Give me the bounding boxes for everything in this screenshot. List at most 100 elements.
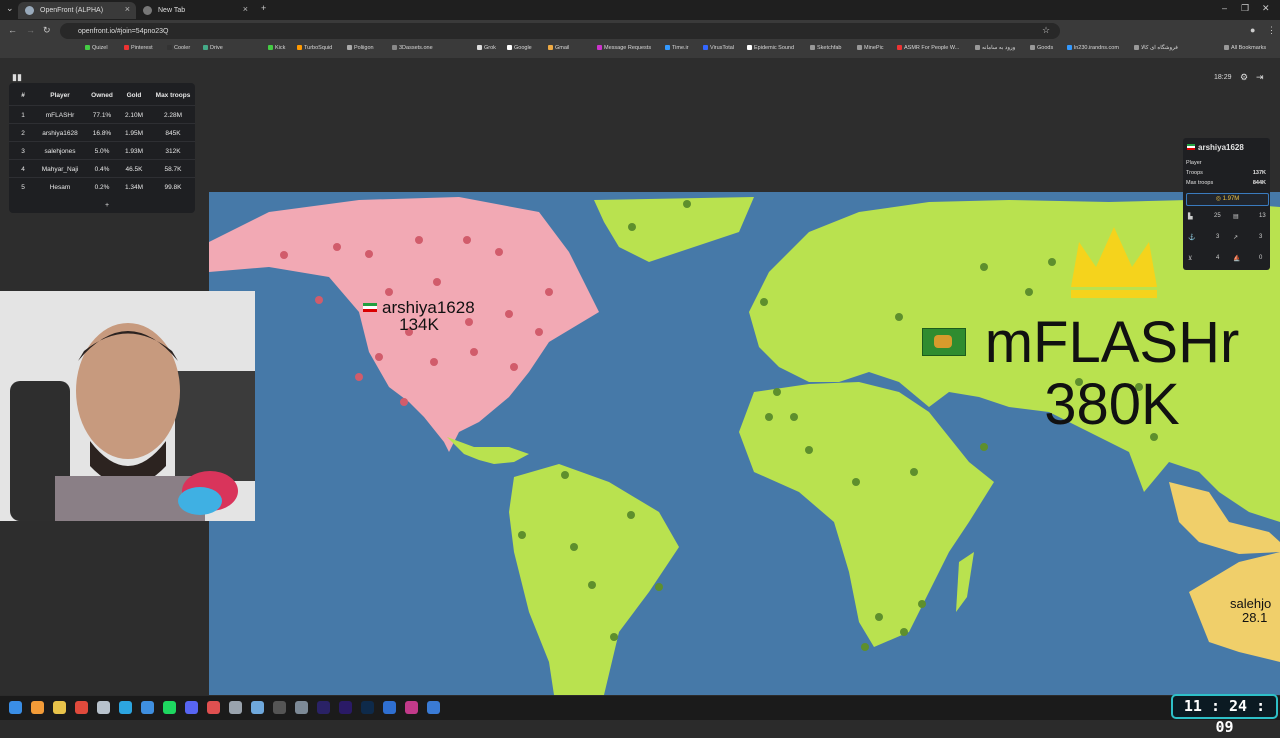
back-icon[interactable]: ← — [8, 25, 17, 35]
app-icon[interactable] — [251, 701, 264, 714]
reload-icon[interactable]: ↻ — [43, 25, 51, 36]
bookmark-item[interactable]: Sketchfab — [810, 45, 841, 51]
settings-gear-icon[interactable]: ⚙ — [1240, 72, 1248, 83]
bookmark-item[interactable]: Google — [507, 45, 532, 51]
start-icon[interactable] — [9, 701, 22, 714]
telegram-icon[interactable] — [119, 701, 132, 714]
leaderboard-header: # Player Owned Gold Max troops — [9, 86, 195, 104]
premiere-icon[interactable] — [339, 701, 352, 714]
table-row[interactable]: 4 Mahyar_Naji 0.4% 46.5K 58.7K — [9, 159, 195, 178]
profile-icon[interactable]: ● — [1250, 25, 1255, 35]
webcam-image — [0, 291, 255, 521]
bookmark-item[interactable]: 3Dassets.one — [392, 45, 433, 51]
bookmark-item[interactable]: Goods — [1030, 45, 1053, 51]
table-row[interactable]: 1 mFLASHr 77.1% 2.10M 2.28M — [9, 105, 195, 124]
table-row[interactable]: 2 arshiya1628 16.8% 1.95M 845K — [9, 123, 195, 142]
forward-icon[interactable]: → — [26, 25, 35, 35]
world-map[interactable]: arshiya1628 134K mFLASHr 380K salehjo 28… — [209, 192, 1280, 695]
app-icon[interactable] — [405, 701, 418, 714]
factory-icon: ▤ — [1233, 214, 1239, 220]
minimize-icon[interactable]: – — [1222, 3, 1227, 13]
tab-search-icon[interactable]: ⌄ — [6, 3, 14, 14]
openfront-favicon-icon — [25, 6, 34, 15]
bookmark-item[interactable]: Quizel — [85, 45, 108, 51]
port-count: 3 — [1216, 234, 1220, 240]
new-tab-favicon-icon — [143, 6, 152, 15]
photoshop-icon[interactable] — [361, 701, 374, 714]
player-type: Player — [1186, 160, 1202, 166]
maximize-icon[interactable]: ❐ — [1241, 3, 1249, 14]
warship-icon: ⛵ — [1233, 256, 1241, 262]
coin-icon: ◎ — [1215, 196, 1223, 202]
new-tab-icon[interactable]: + — [261, 3, 266, 13]
file-explorer-icon[interactable] — [53, 701, 66, 714]
tab-label: New Tab — [158, 7, 186, 14]
table-row[interactable]: 5 Hesam 0.2% 1.34M 99.8K — [9, 177, 195, 196]
madagascar-territory — [956, 552, 974, 612]
bookmark-item[interactable]: ln230.irandns.com — [1067, 45, 1119, 51]
app-icon[interactable] — [207, 701, 220, 714]
app-icon[interactable] — [427, 701, 440, 714]
address-bar-row: ← → ↻ openfront.io/#join=54pno23Q ☆ ● ⋮ — [0, 20, 1280, 42]
bookmark-item[interactable]: Cooler — [167, 45, 190, 51]
bookmark-item[interactable]: Kick — [268, 45, 285, 51]
map-label-troops: 28.1 — [1242, 610, 1268, 625]
bookmark-item[interactable]: Epidemic Sound — [747, 45, 794, 51]
map-label-troops: 380K — [1044, 372, 1180, 437]
bookmark-item[interactable]: MinePic — [857, 45, 884, 51]
menu-icon[interactable]: ⋮ — [1267, 25, 1276, 36]
url-input[interactable]: openfront.io/#join=54pno23Q — [60, 23, 1060, 39]
close-tab-icon[interactable]: × — [125, 4, 130, 14]
bookmark-item[interactable]: Message Requests — [597, 45, 651, 51]
app-icon[interactable] — [295, 701, 308, 714]
app-icon[interactable] — [141, 701, 154, 714]
bookmark-item[interactable]: Pinterest — [124, 45, 153, 51]
tab-new-tab[interactable]: New Tab × — [136, 2, 254, 19]
bookmark-item[interactable]: ورود به سامانه — [975, 45, 1015, 51]
central-america-territory — [447, 437, 529, 464]
exit-icon[interactable]: ⇥ — [1256, 72, 1264, 83]
expand-leaderboard-button[interactable]: + — [105, 202, 109, 209]
chrome-icon[interactable] — [75, 701, 88, 714]
close-window-icon[interactable]: ✕ — [1262, 3, 1270, 14]
after-effects-icon[interactable] — [317, 701, 330, 714]
city-count: 25 — [1214, 213, 1221, 219]
tab-label: OpenFront (ALPHA) — [40, 7, 104, 14]
warship-count: 0 — [1259, 255, 1263, 261]
gold-value: ◎ 1.97M — [1186, 193, 1269, 206]
app-icon[interactable] — [383, 701, 396, 714]
bookmark-star-icon[interactable]: ☆ — [1042, 25, 1050, 36]
max-troops-label: Max troops — [1186, 180, 1214, 186]
bookmark-item[interactable]: Grok — [477, 45, 496, 51]
app-icon[interactable] — [229, 701, 242, 714]
tab-openfront[interactable]: OpenFront (ALPHA) × — [18, 2, 136, 19]
bookmark-item[interactable]: ASMR For People W... — [897, 45, 959, 51]
discord-icon[interactable] — [185, 701, 198, 714]
table-row[interactable]: 3 salehjones 5.0% 1.93M 312K — [9, 141, 195, 160]
troops-value: 137K — [1252, 170, 1266, 176]
all-bookmarks[interactable]: All Bookmarks — [1224, 45, 1266, 51]
header-player[interactable]: Player — [31, 92, 89, 99]
app-icon[interactable] — [273, 701, 286, 714]
close-tab-icon[interactable]: × — [243, 4, 248, 14]
bookmark-item[interactable]: فروشگاه ای کالا — [1134, 45, 1178, 51]
spotify-icon[interactable] — [163, 701, 176, 714]
bookmark-item[interactable]: VirusTotal — [703, 45, 734, 51]
game-timer: 18:29 — [1214, 74, 1232, 81]
missile-count: 3 — [1259, 234, 1263, 240]
header-owned[interactable]: Owned — [87, 92, 117, 99]
search-icon[interactable] — [31, 701, 44, 714]
header-gold[interactable]: Gold — [117, 92, 151, 99]
stats-icon[interactable]: ▮▮ — [12, 72, 22, 82]
bookmark-item[interactable]: Time.ir — [665, 45, 689, 51]
troops-label: Troops — [1186, 170, 1203, 176]
bookmark-item[interactable]: Drive — [203, 45, 223, 51]
bookmark-item[interactable]: Gmail — [548, 45, 569, 51]
app-icon[interactable] — [97, 701, 110, 714]
bookmark-item[interactable]: Poliigon — [347, 45, 374, 51]
bookmark-item[interactable]: TurboSquid — [297, 45, 332, 51]
webcam-overlay — [0, 291, 255, 521]
iran-flag-icon — [363, 303, 378, 312]
max-troops-value: 844K — [1252, 180, 1266, 186]
header-max-troops[interactable]: Max troops — [151, 92, 195, 99]
